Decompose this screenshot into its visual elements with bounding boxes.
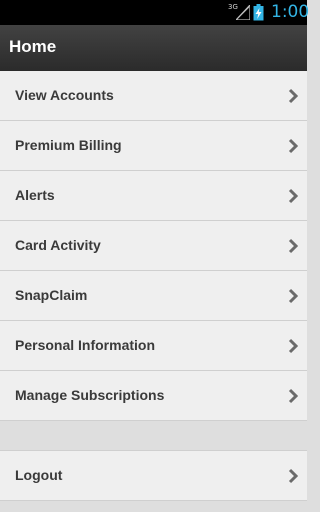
menu-item-alerts[interactable]: Alerts [0, 171, 307, 221]
chevron-right-icon [288, 238, 298, 254]
menu-item-personal-information[interactable]: Personal Information [0, 321, 307, 371]
chevron-right-icon [288, 388, 298, 404]
page-title: Home [9, 37, 57, 56]
battery-charging-icon [253, 4, 264, 21]
clock: 1:00 [271, 2, 310, 22]
menu-item-view-accounts[interactable]: View Accounts [0, 71, 307, 121]
action-bar: Home [0, 25, 307, 71]
chevron-right-icon [288, 188, 298, 204]
menu-item-manage-subscriptions[interactable]: Manage Subscriptions [0, 371, 307, 421]
chevron-right-icon [288, 338, 298, 354]
chevron-right-icon [288, 288, 298, 304]
menu-item-label: View Accounts [15, 87, 114, 103]
menu-item-snapclaim[interactable]: SnapClaim [0, 271, 307, 321]
menu-item-label: Card Activity [15, 237, 101, 253]
main-menu: View Accounts Premium Billing Alerts Car… [0, 71, 307, 501]
menu-item-label: Premium Billing [15, 137, 122, 153]
menu-item-card-activity[interactable]: Card Activity [0, 221, 307, 271]
menu-item-label: Alerts [15, 187, 55, 203]
chevron-right-icon [288, 88, 298, 104]
menu-item-premium-billing[interactable]: Premium Billing [0, 121, 307, 171]
chevron-right-icon [288, 468, 298, 484]
menu-item-label: Logout [15, 467, 63, 483]
section-divider [0, 421, 307, 451]
menu-item-label: SnapClaim [15, 287, 88, 303]
menu-item-label: Manage Subscriptions [15, 387, 165, 403]
chevron-right-icon [288, 138, 298, 154]
menu-item-logout[interactable]: Logout [0, 451, 307, 501]
status-bar: 3G 1:00 [0, 0, 310, 25]
menu-item-label: Personal Information [15, 337, 156, 353]
signal-icon [236, 5, 250, 20]
